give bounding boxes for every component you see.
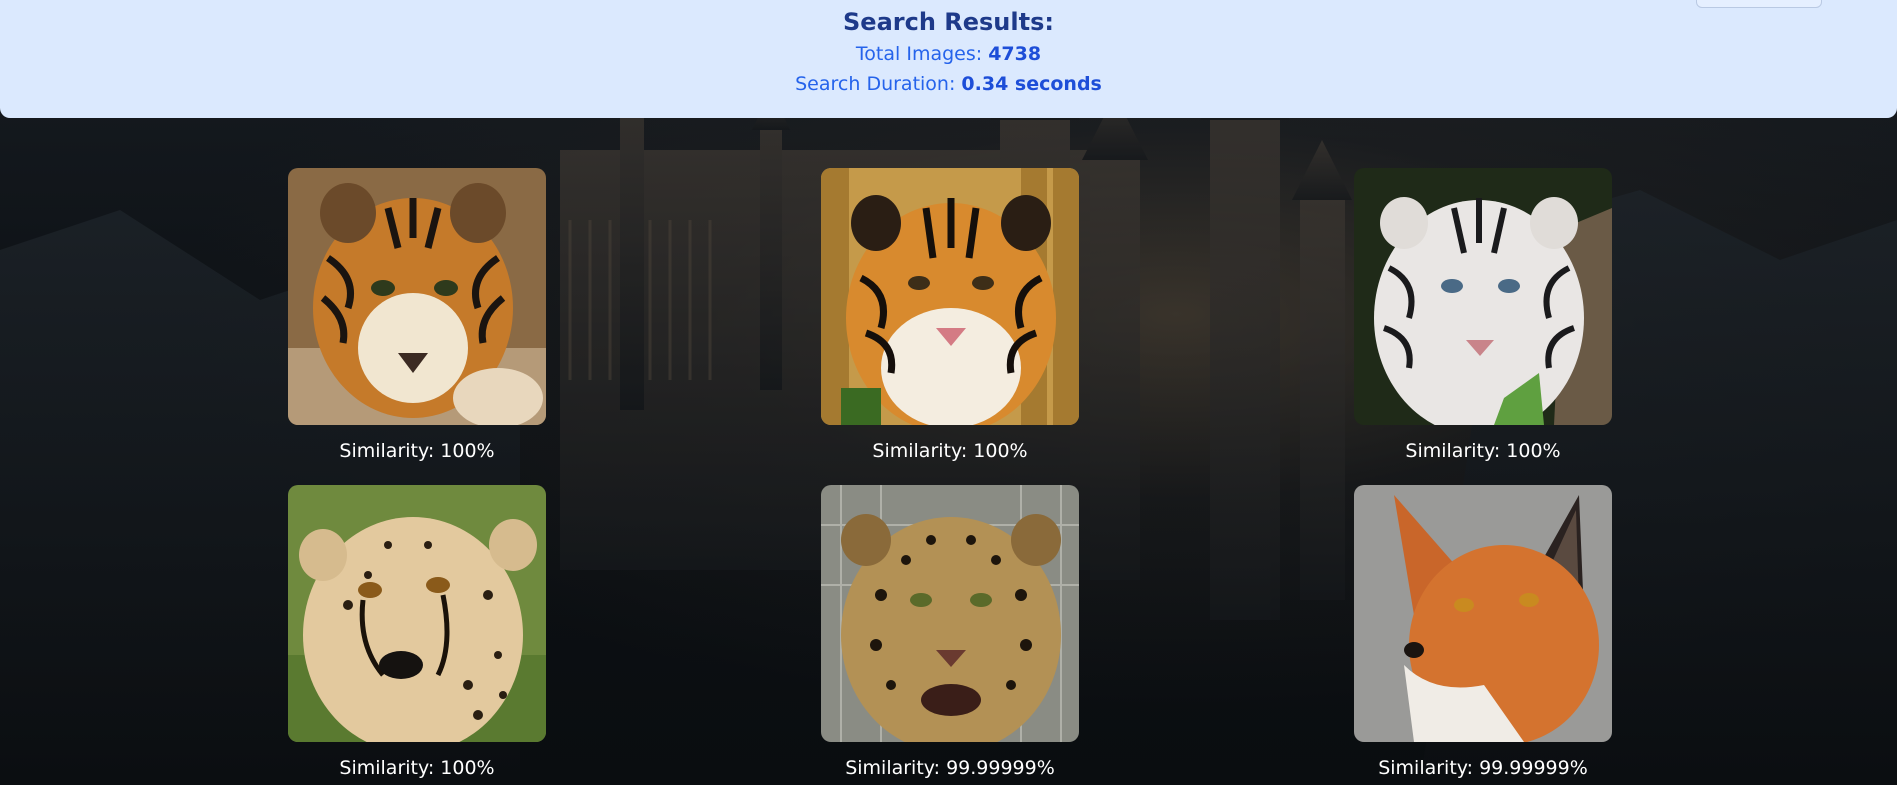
search-results-title: Search Results: [843,8,1054,36]
search-duration-label: Search Duration: [795,73,956,95]
similarity-label: Similarity: 99.99999% [1378,757,1588,779]
tiger-image[interactable] [288,168,546,425]
similarity-label: Similarity: 100% [339,757,495,779]
total-images-value: 4738 [988,43,1042,65]
total-images-stat: Total Images: 4738 [0,43,1897,65]
cheetah-image[interactable] [288,485,546,742]
search-duration-value: 0.34 seconds [961,73,1102,95]
result-card[interactable]: Similarity: 99.99999% [1354,485,1612,780]
similarity-label: Similarity: 100% [1405,440,1561,462]
leopard-image[interactable] [821,485,1079,742]
tiger-image[interactable] [821,168,1079,425]
search-duration-stat: Search Duration: 0.34 seconds [0,73,1897,95]
header-corner-button[interactable] [1696,0,1822,8]
similarity-label: Similarity: 100% [339,440,495,462]
search-results-panel: Search Results: Total Images: 4738 Searc… [0,0,1897,118]
similarity-label: Similarity: 99.99999% [845,757,1055,779]
similarity-label: Similarity: 100% [872,440,1028,462]
total-images-label: Total Images: [855,43,983,65]
red-fox-image[interactable] [1354,485,1612,742]
result-card[interactable]: Similarity: 100% [288,485,546,780]
result-card[interactable]: Similarity: 99.99999% [821,485,1079,780]
result-card[interactable]: Similarity: 100% [288,168,546,463]
result-card[interactable]: Similarity: 100% [821,168,1079,463]
result-card[interactable]: Similarity: 100% [1354,168,1612,463]
white-tiger-image[interactable] [1354,168,1612,425]
